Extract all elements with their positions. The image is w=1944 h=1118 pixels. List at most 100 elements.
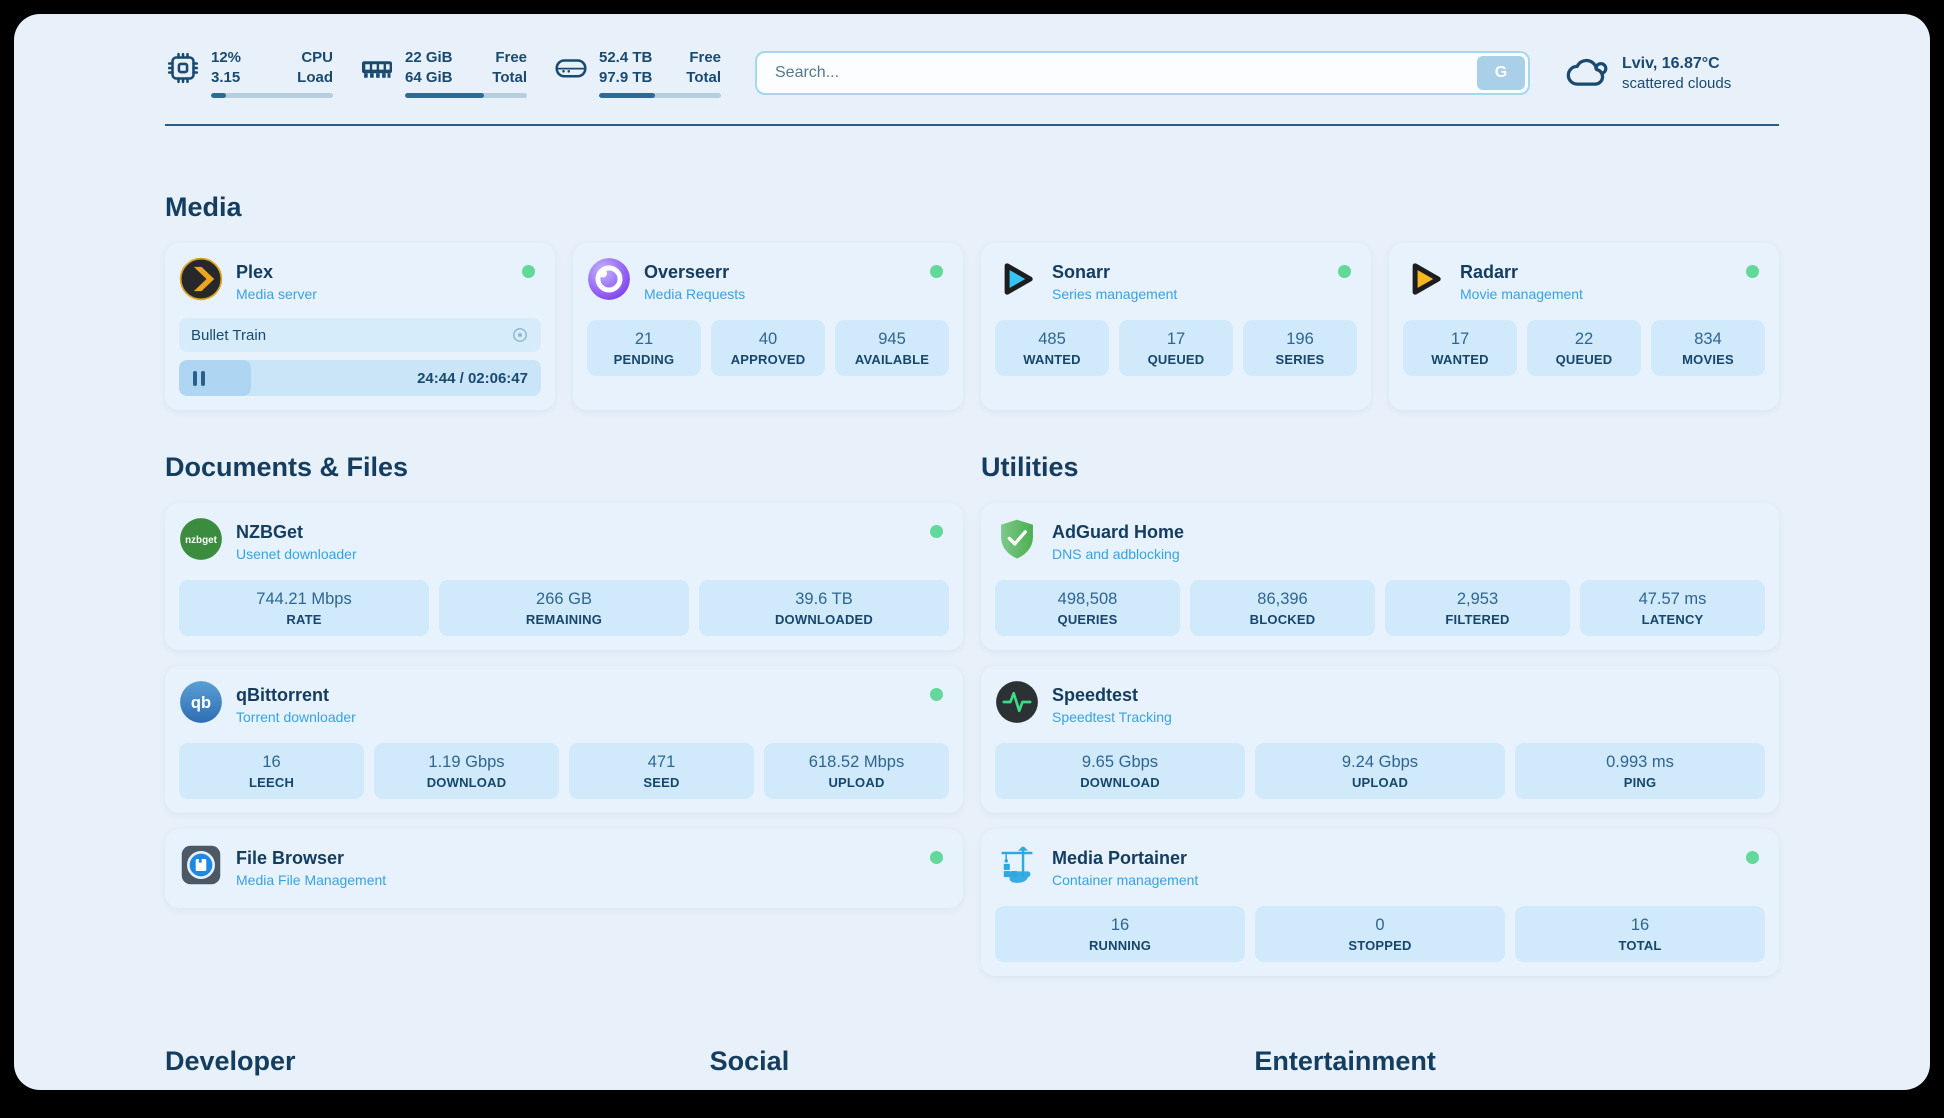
cpu-progress-bar — [211, 93, 333, 98]
service-subtitle: Movie management — [1460, 286, 1583, 302]
service-name: NZBGet — [236, 522, 357, 543]
memory-total-value: 64 GiB — [405, 68, 453, 88]
stat-queries: 498,508 QUERIES — [995, 580, 1180, 636]
stat-wanted: 17 WANTED — [1403, 320, 1517, 376]
stat-leech: 16 LEECH — [179, 743, 364, 799]
filebrowser-icon — [179, 843, 223, 892]
memory-widget: 22 GiB 64 GiB Free Total — [359, 48, 527, 98]
status-dot — [1746, 265, 1759, 278]
search-bar: G — [755, 51, 1530, 95]
service-card-qbittorrent[interactable]: qb qBittorrent Torrent downloader 16 LEE… — [165, 666, 963, 813]
speedtest-icon — [995, 680, 1039, 729]
adguard-icon — [995, 517, 1039, 566]
stat-stopped: 0 STOPPED — [1255, 906, 1505, 962]
portainer-icon — [995, 843, 1039, 892]
stat-download: 9.65 Gbps DOWNLOAD — [995, 743, 1245, 799]
svg-text:qb: qb — [191, 694, 211, 712]
disk-free-value: 52.4 TB — [599, 48, 652, 68]
stat-total: 16 TOTAL — [1515, 906, 1765, 962]
resource-widgets: 12% 3.15 CPU Load — [165, 48, 721, 98]
stat-available: 945 AVAILABLE — [835, 320, 949, 376]
service-name: Radarr — [1460, 262, 1583, 283]
service-card-radarr[interactable]: Radarr Movie management 17 WANTED 22 QUE… — [1389, 243, 1779, 410]
search-input[interactable] — [755, 51, 1530, 95]
section-title-media: Media — [165, 192, 1779, 223]
disk-progress-bar — [599, 93, 721, 98]
service-card-adguard[interactable]: AdGuard Home DNS and adblocking 498,508 … — [981, 503, 1779, 650]
svg-text:nzbget: nzbget — [185, 535, 218, 546]
section-title-developer: Developer — [165, 1046, 690, 1077]
stat-blocked: 86,396 BLOCKED — [1190, 580, 1375, 636]
qbittorrent-icon: qb — [179, 680, 223, 729]
stat-filtered: 2,953 FILTERED — [1385, 580, 1570, 636]
stat-movies: 834 MOVIES — [1651, 320, 1765, 376]
status-dot — [1746, 851, 1759, 864]
memory-progress-bar — [405, 93, 527, 98]
overseerr-icon — [587, 257, 631, 306]
sonarr-icon — [995, 257, 1039, 306]
service-card-overseerr[interactable]: Overseerr Media Requests 21 PENDING 40 A… — [573, 243, 963, 410]
service-subtitle: Container management — [1052, 872, 1198, 888]
stat-latency: 47.57 ms LATENCY — [1580, 580, 1765, 636]
media-settings-icon[interactable] — [511, 326, 529, 344]
stat-running: 16 RUNNING — [995, 906, 1245, 962]
cpu-label: CPU — [297, 48, 333, 68]
dashboard: 12% 3.15 CPU Load — [14, 14, 1930, 1090]
service-subtitle: Media server — [236, 286, 317, 302]
search-engine-button[interactable]: G — [1477, 56, 1525, 90]
stat-upload: 618.52 Mbps UPLOAD — [764, 743, 949, 799]
plex-icon — [179, 257, 223, 306]
section-title-social: Social — [710, 1046, 1235, 1077]
status-dot — [522, 265, 535, 278]
memory-free-value: 22 GiB — [405, 48, 453, 68]
status-dot — [930, 265, 943, 278]
weather-widget: Lviv, 16.87°C scattered clouds — [1564, 53, 1779, 94]
service-card-nzbget[interactable]: nzbget NZBGet Usenet downloader 744.21 M… — [165, 503, 963, 650]
memory-total-label: Total — [492, 68, 527, 88]
stat-pending: 21 PENDING — [587, 320, 701, 376]
service-name: Sonarr — [1052, 262, 1177, 283]
pause-icon — [193, 371, 205, 386]
service-subtitle: Series management — [1052, 286, 1177, 302]
service-card-portainer[interactable]: Media Portainer Container management 16 … — [981, 829, 1779, 976]
radarr-icon — [1403, 257, 1447, 306]
service-subtitle: Media File Management — [236, 872, 386, 888]
service-name: File Browser — [236, 848, 386, 869]
stat-downloaded: 39.6 TB DOWNLOADED — [699, 580, 949, 636]
disk-total-label: Total — [686, 68, 721, 88]
service-subtitle: Usenet downloader — [236, 546, 357, 562]
service-name: AdGuard Home — [1052, 522, 1184, 543]
service-name: qBittorrent — [236, 685, 356, 706]
stat-rate: 744.21 Mbps RATE — [179, 580, 429, 636]
service-card-plex[interactable]: Plex Media server Bullet Train — [165, 243, 555, 410]
service-card-filebrowser[interactable]: File Browser Media File Management — [165, 829, 963, 908]
stat-queued: 22 QUEUED — [1527, 320, 1641, 376]
service-card-speedtest[interactable]: Speedtest Speedtest Tracking 9.65 Gbps D… — [981, 666, 1779, 813]
disk-widget: 52.4 TB 97.9 TB Free Total — [553, 48, 721, 98]
cpu-widget: 12% 3.15 CPU Load — [165, 48, 333, 98]
memory-free-label: Free — [492, 48, 527, 68]
stat-remaining: 266 GB REMAINING — [439, 580, 689, 636]
service-subtitle: Media Requests — [644, 286, 745, 302]
playback-time: 24:44 / 02:06:47 — [417, 370, 528, 387]
disk-free-label: Free — [686, 48, 721, 68]
service-card-sonarr[interactable]: Sonarr Series management 485 WANTED 17 Q… — [981, 243, 1371, 410]
status-dot — [1338, 265, 1351, 278]
status-dot — [930, 851, 943, 864]
weather-condition: scattered clouds — [1622, 75, 1731, 92]
service-name: Speedtest — [1052, 685, 1172, 706]
status-dot — [930, 525, 943, 538]
load-label: Load — [297, 68, 333, 88]
status-dot — [930, 688, 943, 701]
top-bar: 12% 3.15 CPU Load — [165, 48, 1779, 98]
stat-approved: 40 APPROVED — [711, 320, 825, 376]
cloud-icon — [1564, 53, 1610, 94]
nzbget-icon: nzbget — [179, 517, 223, 566]
section-title-documents: Documents & Files — [165, 452, 963, 483]
service-subtitle: DNS and adblocking — [1052, 546, 1184, 562]
cpu-load-value: 3.15 — [211, 68, 241, 88]
section-title-utilities: Utilities — [981, 452, 1779, 483]
section-title-entertainment: Entertainment — [1254, 1046, 1779, 1077]
disk-total-value: 97.9 TB — [599, 68, 652, 88]
now-playing-row: Bullet Train — [179, 318, 541, 352]
